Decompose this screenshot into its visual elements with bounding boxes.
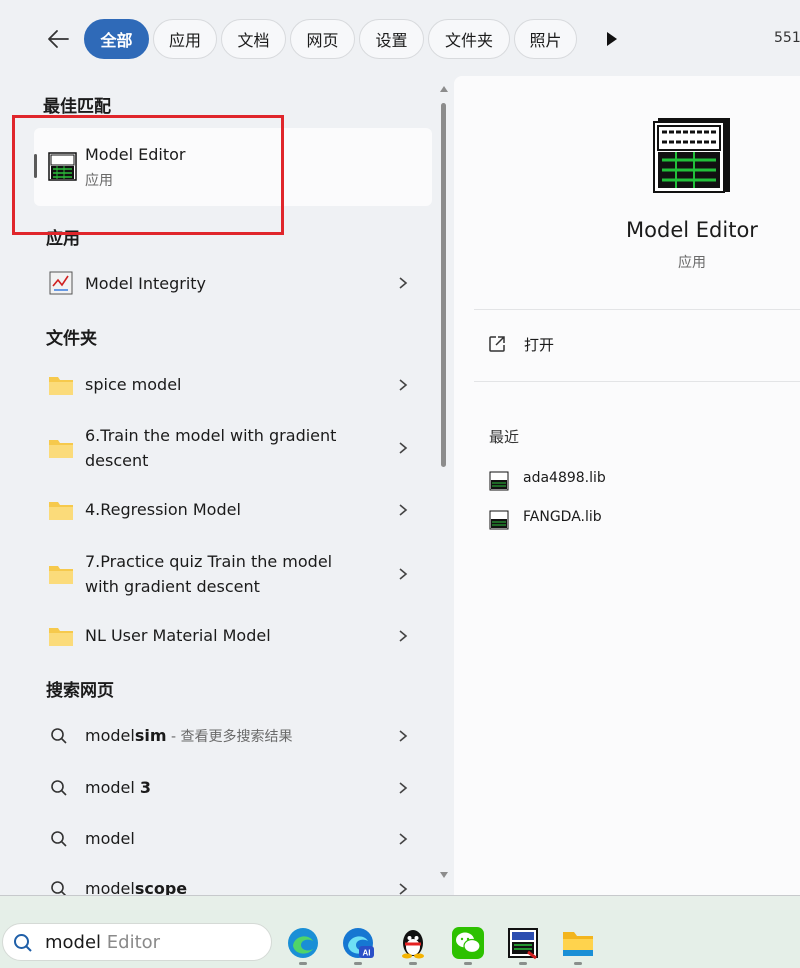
divider: [474, 309, 800, 310]
detail-app-name: Model Editor: [626, 218, 758, 242]
search-icon: [51, 780, 67, 796]
list-item-folder[interactable]: 4.Regression Model: [34, 489, 432, 531]
list-item-model-integrity[interactable]: Model Integrity: [34, 262, 432, 304]
open-action[interactable]: 打开: [474, 324, 800, 364]
model-integrity-icon: [49, 271, 73, 295]
taskbar-search-box[interactable]: model Editor: [2, 923, 272, 961]
item-title: modelsim - 查看更多搜索结果: [85, 726, 293, 745]
section-folders: 文件夹: [46, 329, 97, 349]
section-best-match: 最佳匹配: [43, 97, 111, 117]
tab-all[interactable]: 全部: [84, 19, 149, 59]
lib-file-icon: [489, 471, 509, 491]
edge-icon[interactable]: [286, 926, 320, 960]
folder-icon: [49, 502, 73, 520]
play-icon: [607, 32, 617, 46]
item-title: 6.Train the model with gradient: [85, 426, 337, 445]
chevron-right-icon: [399, 568, 408, 580]
qq-icon[interactable]: [396, 926, 430, 960]
list-item-folder[interactable]: 6.Train the model with gradient descent: [34, 421, 432, 477]
recent-file-name: FANGDA.lib: [523, 509, 602, 525]
detail-app-type: 应用: [678, 255, 706, 271]
folder-icon: [49, 628, 73, 646]
chevron-right-icon: [399, 379, 408, 391]
item-title: Model Integrity: [85, 274, 207, 293]
list-item-folder[interactable]: 7.Practice quiz Train the model with gra…: [34, 547, 432, 603]
running-indicator: [299, 962, 307, 965]
running-indicator: [519, 962, 527, 965]
item-title-line2: with gradient descent: [85, 577, 260, 596]
chevron-right-icon: [399, 730, 408, 742]
filter-tab-bar: 全部 应用 文档 网页 设置 文件夹 照片 551: [0, 0, 800, 76]
section-web: 搜索网页: [46, 681, 114, 701]
recent-file-name: ada4898.lib: [523, 470, 606, 486]
item-title: NL User Material Model: [85, 626, 271, 645]
list-item-web-search[interactable]: modelsim - 查看更多搜索结果: [34, 715, 432, 757]
list-item-folder[interactable]: spice model: [34, 364, 432, 406]
model-editor-icon[interactable]: [506, 926, 540, 960]
taskbar: model Editor AI: [0, 910, 800, 968]
list-item-folder[interactable]: NL User Material Model: [34, 615, 432, 657]
tab-apps[interactable]: 应用: [153, 19, 217, 59]
chevron-right-icon: [399, 782, 408, 794]
item-title: spice model: [85, 375, 182, 394]
search-query[interactable]: model Editor: [45, 932, 160, 953]
list-item-web-search[interactable]: modelscope: [34, 870, 432, 896]
item-title: model: [85, 829, 135, 848]
chevron-right-icon: [399, 442, 408, 454]
scrollbar-thumb[interactable]: [441, 103, 446, 467]
list-item-web-search[interactable]: model 3: [34, 767, 432, 809]
file-explorer-icon[interactable]: [561, 926, 595, 960]
scroll-down-icon[interactable]: [440, 872, 448, 878]
search-icon: [14, 934, 32, 952]
more-tabs-button[interactable]: [598, 26, 626, 52]
wechat-icon[interactable]: [451, 926, 485, 960]
item-title: model 3: [85, 778, 152, 797]
tab-photos[interactable]: 照片: [514, 19, 577, 59]
model-editor-large-icon: [653, 118, 730, 193]
folder-icon: [49, 377, 73, 395]
search-icon: [51, 831, 67, 847]
highlight-annotation: [12, 115, 284, 235]
item-title-line2: descent: [85, 451, 149, 470]
chevron-right-icon: [399, 277, 408, 289]
chevron-right-icon: [399, 883, 408, 895]
chevron-right-icon: [399, 833, 408, 845]
running-indicator: [409, 962, 417, 965]
search-window: 全部 应用 文档 网页 设置 文件夹 照片 551 最佳匹配 Model Edi…: [0, 0, 800, 896]
search-icon: [51, 728, 67, 744]
chevron-right-icon: [399, 504, 408, 516]
recent-file-item[interactable]: ada4898.lib: [474, 463, 800, 497]
result-count: 551: [774, 30, 800, 46]
folder-icon: [49, 566, 73, 584]
svg-text:AI: AI: [363, 949, 371, 958]
tab-documents[interactable]: 文档: [221, 19, 286, 59]
tab-web[interactable]: 网页: [290, 19, 355, 59]
item-title: modelscope: [85, 879, 188, 896]
tab-settings[interactable]: 设置: [359, 19, 424, 59]
back-button[interactable]: [40, 22, 76, 56]
edge-ai-icon[interactable]: AI: [341, 926, 375, 960]
folder-icon: [49, 440, 73, 458]
open-label: 打开: [524, 336, 555, 354]
running-indicator: [464, 962, 472, 965]
running-indicator: [354, 962, 362, 965]
recent-file-item[interactable]: FANGDA.lib: [474, 502, 800, 536]
running-indicator: [574, 962, 582, 965]
arrow-left-icon: [48, 30, 69, 48]
search-icon: [51, 881, 67, 895]
item-title: 7.Practice quiz Train the model: [85, 552, 333, 571]
recent-header: 最近: [489, 428, 520, 446]
detail-pane: Model Editor 应用 打开 最近 ada4898.lib FANGDA…: [454, 76, 800, 895]
scroll-up-icon[interactable]: [440, 86, 448, 92]
item-title: 4.Regression Model: [85, 500, 241, 519]
divider: [474, 381, 800, 382]
lib-file-icon: [489, 510, 509, 530]
list-item-web-search[interactable]: model: [34, 818, 432, 860]
open-external-icon: [489, 336, 505, 352]
chevron-right-icon: [399, 630, 408, 642]
tab-folders[interactable]: 文件夹: [428, 19, 510, 59]
